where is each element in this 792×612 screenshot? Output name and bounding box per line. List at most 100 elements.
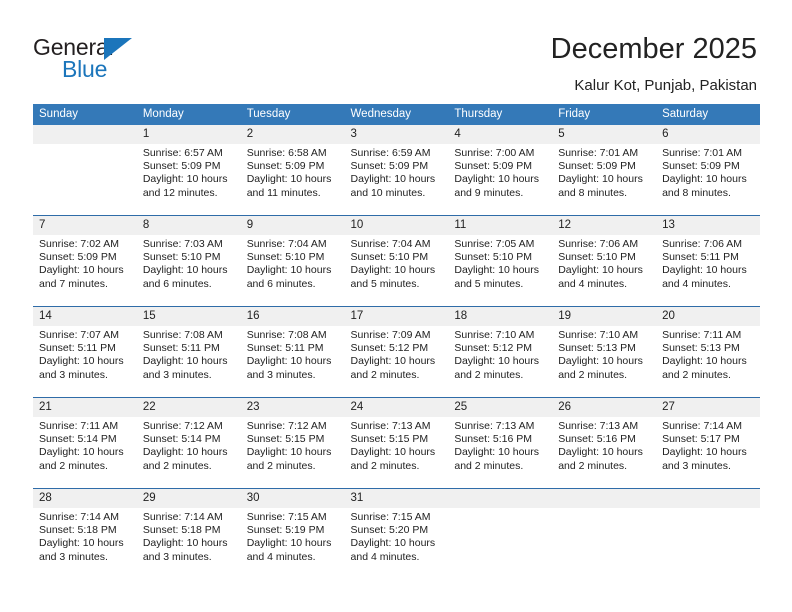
calendar-day-cell[interactable]: 15 Sunrise: 7:08 AM Sunset: 5:11 PM Dayligh… (136, 306, 241, 398)
calendar-day-cell[interactable]: 10 Sunrise: 7:04 AM Sunset: 5:10 PM Dayligh… (344, 215, 449, 307)
calendar-day-cell[interactable]: 12 Sunrise: 7:06 AM Sunset: 5:10 PM Dayligh… (552, 215, 657, 307)
day-sun-info: Sunrise: 7:14 AM Sunset: 5:18 PM Daylight:… (33, 508, 137, 564)
day-info-line: Sunset: 5:14 PM (39, 433, 117, 446)
day-sun-info (33, 144, 137, 147)
day-info-line: and 12 minutes. (142, 186, 218, 199)
calendar-day-cell[interactable]: 8 Sunrise: 7:03 AM Sunset: 5:10 PM Daylight… (136, 215, 241, 307)
day-sun-info: Sunrise: 7:10 AM Sunset: 5:13 PM Daylight:… (552, 326, 656, 382)
day-info-line: and 7 minutes. (39, 277, 108, 290)
calendar-day-cell[interactable]: 23 Sunrise: 7:12 AM Sunset: 5:15 PM Dayligh… (240, 397, 345, 489)
day-info-line: Daylight: 10 hours (246, 355, 332, 368)
day-info-line: Sunset: 5:09 PM (454, 160, 533, 173)
weekday-header-wednesday: Wednesday (344, 104, 449, 125)
day-info-line: and 8 minutes. (558, 186, 628, 199)
day-number: 10 (344, 216, 449, 235)
day-number: 2 (240, 125, 345, 144)
calendar-day-cell[interactable]: 2 Sunrise: 6:58 AM Sunset: 5:09 PM Daylight… (240, 125, 345, 216)
calendar-day-cell[interactable]: 19 Sunrise: 7:10 AM Sunset: 5:13 PM Dayligh… (552, 306, 657, 398)
calendar-day-cell[interactable]: 30 Sunrise: 7:15 AM Sunset: 5:19 PM Dayligh… (240, 488, 345, 579)
day-info-line: Sunset: 5:10 PM (350, 251, 429, 264)
day-info-line: Sunrise: 7:03 AM (142, 238, 223, 250)
calendar-day-cell[interactable]: 13 Sunrise: 7:06 AM Sunset: 5:11 PM Dayligh… (656, 215, 760, 307)
day-number: 15 (136, 307, 241, 326)
day-info-line: and 3 minutes. (142, 550, 212, 563)
calendar-day-cell[interactable]: 27 Sunrise: 7:14 AM Sunset: 5:17 PM Dayligh… (656, 397, 760, 489)
day-number: 14 (33, 307, 137, 326)
calendar-day-cell[interactable]: 17 Sunrise: 7:09 AM Sunset: 5:12 PM Dayligh… (344, 306, 449, 398)
day-info-line: Sunrise: 7:15 AM (246, 511, 327, 523)
calendar-day-cell[interactable]: 5 Sunrise: 7:01 AM Sunset: 5:09 PM Daylight… (552, 125, 657, 216)
calendar-day-cell[interactable]: 16 Sunrise: 7:08 AM Sunset: 5:11 PM Dayligh… (240, 306, 345, 398)
page-subtitle-location: Kalur Kot, Punjab, Pakistan (574, 77, 757, 94)
calendar-body: 1 Sunrise: 6:57 AM Sunset: 5:09 PM Daylight… (33, 125, 760, 579)
day-sun-info: Sunrise: 7:12 AM Sunset: 5:15 PM Daylight:… (241, 417, 345, 473)
day-info-line: Sunrise: 7:08 AM (142, 329, 223, 341)
day-sun-info (448, 508, 552, 511)
calendar-day-cell[interactable]: 22 Sunrise: 7:12 AM Sunset: 5:14 PM Dayligh… (136, 397, 241, 489)
day-info-line: Daylight: 10 hours (350, 173, 436, 186)
calendar-day-cell[interactable]: 3 Sunrise: 6:59 AM Sunset: 5:09 PM Daylight… (344, 125, 449, 216)
day-info-line: Sunset: 5:13 PM (662, 342, 740, 355)
day-info-line: Sunset: 5:10 PM (142, 251, 221, 264)
day-info-line: Sunset: 5:10 PM (246, 251, 325, 264)
weekday-header-monday: Monday (136, 104, 241, 125)
day-info-line: Sunrise: 7:14 AM (39, 511, 119, 523)
calendar-day-cell[interactable]: 29 Sunrise: 7:14 AM Sunset: 5:18 PM Dayligh… (136, 488, 241, 579)
day-sun-info: Sunrise: 7:08 AM Sunset: 5:11 PM Daylight:… (241, 326, 345, 382)
day-sun-info: Sunrise: 7:12 AM Sunset: 5:14 PM Daylight:… (137, 417, 241, 473)
day-info-line: Sunrise: 7:00 AM (454, 147, 535, 159)
calendar-day-cell[interactable]: 20 Sunrise: 7:11 AM Sunset: 5:13 PM Dayligh… (656, 306, 760, 398)
calendar-day-cell-empty (552, 488, 657, 579)
day-info-line: Sunset: 5:11 PM (246, 342, 324, 355)
day-info-line: and 2 minutes. (350, 368, 420, 381)
calendar-week-row: 21 Sunrise: 7:11 AM Sunset: 5:14 PM Dayligh… (33, 397, 760, 489)
day-info-line: Daylight: 10 hours (246, 446, 332, 459)
calendar-day-cell[interactable]: 25 Sunrise: 7:13 AM Sunset: 5:16 PM Dayligh… (448, 397, 553, 489)
day-sun-info: Sunrise: 7:07 AM Sunset: 5:11 PM Daylight:… (33, 326, 137, 382)
day-info-line: Sunset: 5:17 PM (662, 433, 740, 446)
calendar-day-cell[interactable]: 21 Sunrise: 7:11 AM Sunset: 5:14 PM Dayligh… (33, 397, 137, 489)
calendar-day-cell[interactable]: 14 Sunrise: 7:07 AM Sunset: 5:11 PM Dayligh… (33, 306, 137, 398)
day-sun-info: Sunrise: 7:10 AM Sunset: 5:12 PM Daylight:… (448, 326, 552, 382)
calendar-day-cell[interactable]: 26 Sunrise: 7:13 AM Sunset: 5:16 PM Dayligh… (552, 397, 657, 489)
day-info-line: Sunset: 5:15 PM (350, 433, 429, 446)
calendar-day-cell[interactable]: 9 Sunrise: 7:04 AM Sunset: 5:10 PM Daylight… (240, 215, 345, 307)
day-info-line: Sunset: 5:13 PM (558, 342, 636, 355)
day-number: 7 (33, 216, 137, 235)
logo-triangle-icon (104, 38, 132, 60)
day-info-line: Daylight: 10 hours (454, 264, 540, 277)
day-info-line: and 4 minutes. (350, 550, 420, 563)
day-info-line: Sunset: 5:18 PM (142, 524, 221, 537)
calendar-day-cell[interactable]: 24 Sunrise: 7:13 AM Sunset: 5:15 PM Dayligh… (344, 397, 449, 489)
day-info-line: Sunrise: 7:05 AM (454, 238, 535, 250)
weekday-header-tuesday: Tuesday (240, 104, 345, 125)
day-info-line: Daylight: 10 hours (39, 446, 124, 459)
day-number: 1 (136, 125, 241, 144)
calendar-day-cell[interactable]: 18 Sunrise: 7:10 AM Sunset: 5:12 PM Dayligh… (448, 306, 553, 398)
day-sun-info: Sunrise: 7:00 AM Sunset: 5:09 PM Daylight:… (448, 144, 552, 200)
calendar-day-cell[interactable]: 6 Sunrise: 7:01 AM Sunset: 5:09 PM Daylight… (656, 125, 760, 216)
day-number: 12 (552, 216, 657, 235)
day-sun-info: Sunrise: 7:01 AM Sunset: 5:09 PM Daylight:… (552, 144, 656, 200)
calendar-day-cell[interactable]: 7 Sunrise: 7:02 AM Sunset: 5:09 PM Daylight… (33, 215, 137, 307)
generalblue-logo[interactable]: General Blue (33, 34, 163, 86)
day-info-line: Daylight: 10 hours (142, 264, 228, 277)
day-info-line: Daylight: 10 hours (350, 355, 436, 368)
day-info-line: Sunrise: 7:13 AM (454, 420, 535, 432)
day-info-line: Sunset: 5:09 PM (350, 160, 429, 173)
day-info-line: and 3 minutes. (246, 368, 316, 381)
day-number (656, 489, 760, 508)
calendar-day-cell[interactable]: 11 Sunrise: 7:05 AM Sunset: 5:10 PM Dayligh… (448, 215, 553, 307)
day-number: 20 (656, 307, 760, 326)
day-info-line: Sunset: 5:14 PM (142, 433, 221, 446)
calendar-day-cell[interactable]: 28 Sunrise: 7:14 AM Sunset: 5:18 PM Dayligh… (33, 488, 137, 579)
day-info-line: and 2 minutes. (662, 368, 731, 381)
calendar-day-cell[interactable]: 4 Sunrise: 7:00 AM Sunset: 5:09 PM Daylight… (448, 125, 553, 216)
day-info-line: Sunrise: 7:13 AM (350, 420, 431, 432)
day-info-line: and 5 minutes. (350, 277, 420, 290)
day-sun-info: Sunrise: 7:03 AM Sunset: 5:10 PM Daylight:… (137, 235, 241, 291)
day-info-line: Sunset: 5:11 PM (39, 342, 116, 355)
calendar-week-row: 7 Sunrise: 7:02 AM Sunset: 5:09 PM Daylight… (33, 215, 760, 307)
calendar-day-cell[interactable]: 31 Sunrise: 7:15 AM Sunset: 5:20 PM Dayligh… (344, 488, 449, 579)
calendar-day-cell[interactable]: 1 Sunrise: 6:57 AM Sunset: 5:09 PM Daylight… (136, 125, 241, 216)
